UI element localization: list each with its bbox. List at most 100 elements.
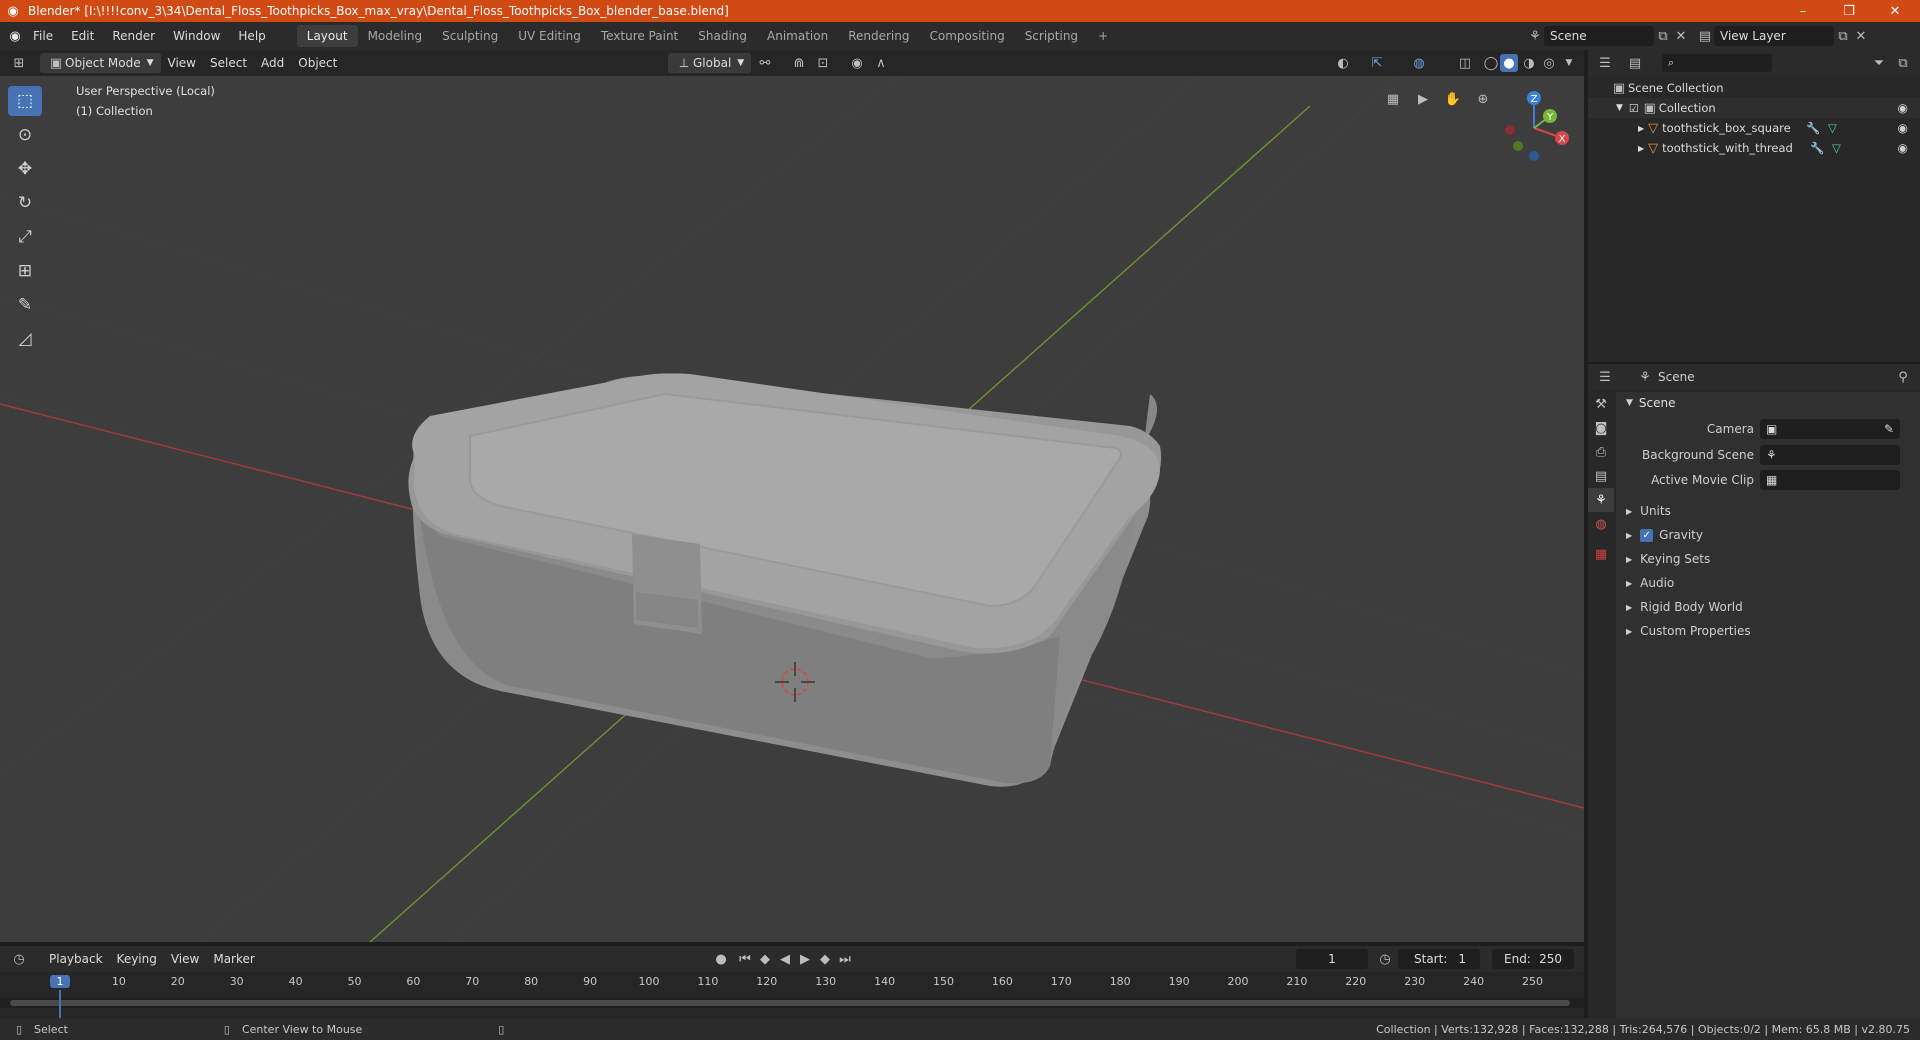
outliner-row-object[interactable]: ▶ ▽ toothstick_box_square 🔧 ▽ ◉ [1588,118,1920,138]
transform-tool[interactable]: ⊞ [8,256,42,286]
outliner-row-object[interactable]: ▶ ▽ toothstick_with_thread 🔧 ▽ ◉ [1588,138,1920,158]
timeline-scrollbar[interactable] [0,998,1584,1008]
current-frame-field[interactable]: 1 [1296,949,1368,969]
menu-render[interactable]: Render [103,29,164,43]
tab-scripting[interactable]: Scripting [1015,25,1088,47]
overlay-toggle-icon[interactable]: ◍ [1410,54,1428,72]
menu-edit[interactable]: Edit [62,29,103,43]
menu-timeline-view[interactable]: View [164,949,206,969]
pan-hand-icon[interactable]: ✋ [1444,90,1462,108]
timeline-body[interactable]: 1 10 20 30 40 50 60 70 80 90 100 110 120 130 140 150 160… [0,972,1584,1018]
scene-tab-icon[interactable]: ⚘ [1588,488,1614,512]
output-tab-icon[interactable]: ⎙ [1588,440,1614,464]
tab-animation[interactable]: Animation [757,25,838,47]
gravity-panel-header[interactable]: ▶ ✓ Gravity [1618,524,1918,546]
keying-sets-panel-header[interactable]: ▶ Keying Sets [1618,548,1918,570]
record-icon[interactable]: ● [712,950,730,968]
timeline-editor-icon[interactable]: ◷ [10,950,28,968]
menu-select[interactable]: Select [203,53,254,73]
menu-view[interactable]: View [161,53,203,73]
menu-file[interactable]: File [24,29,62,43]
menu-keying[interactable]: Keying [110,949,164,969]
modifier-icon[interactable]: 🔧 [1810,141,1824,155]
camera-view-icon[interactable]: ▶ [1414,90,1432,108]
properties-editor-icon[interactable]: ☰ [1596,368,1614,386]
falloff-icon[interactable]: ∧ [872,54,890,72]
tab-modeling[interactable]: Modeling [358,25,433,47]
material-shading-icon[interactable]: ◑ [1520,54,1538,72]
blender-menu-icon[interactable]: ◉ [6,27,24,45]
scale-tool[interactable]: ⤢ [8,222,42,252]
rendered-shading-icon[interactable]: ◎ [1540,54,1558,72]
object-mode-dropdown[interactable]: ▣ Object Mode ▼ [40,53,161,73]
gizmo-toggle-icon[interactable]: ⇱ [1368,54,1386,72]
zoom-icon[interactable]: ⊕ [1474,90,1492,108]
new-view-layer-icon[interactable]: ⧉ [1834,27,1852,45]
render-tab-icon[interactable]: ◙ [1588,416,1614,440]
background-scene-field[interactable]: ⚘ [1760,445,1900,465]
playhead[interactable] [59,990,61,1018]
tab-uv-editing[interactable]: UV Editing [508,25,591,47]
display-mode-icon[interactable]: ▤ [1626,54,1644,72]
measure-tool[interactable]: ◿ [8,324,42,354]
mesh-data-icon[interactable]: ▽ [1828,121,1837,135]
rigid-body-world-panel-header[interactable]: ▶ Rigid Body World [1618,596,1918,618]
outliner-search-input[interactable]: ⌕ [1662,54,1772,72]
outliner-row-scene-collection[interactable]: ▣ Scene Collection [1588,78,1920,98]
eye-icon[interactable]: ◉ [1898,141,1908,155]
outliner-row-collection[interactable]: ▼ ☑ ▣ Collection ◉ [1588,98,1920,118]
new-collection-icon[interactable]: ⧉ [1894,54,1912,72]
editor-type-icon[interactable]: ⊞ [10,54,28,72]
move-tool[interactable]: ✥ [8,154,42,184]
view-layer-tab-icon[interactable]: ▤ [1588,464,1614,488]
view-layer-icon[interactable]: ▤ [1696,27,1714,45]
tab-sculpting[interactable]: Sculpting [432,25,508,47]
add-workspace-button[interactable]: + [1088,25,1118,47]
menu-add[interactable]: Add [254,53,291,73]
tab-rendering[interactable]: Rendering [838,25,919,47]
snap-icon[interactable]: ⋒ [790,54,808,72]
modifier-icon[interactable]: 🔧 [1806,121,1820,135]
maximize-button[interactable]: ❐ [1826,0,1872,22]
solid-shading-icon[interactable]: ● [1500,54,1518,72]
rotate-tool[interactable]: ↻ [8,188,42,218]
menu-window[interactable]: Window [164,29,229,43]
eyedropper-icon[interactable]: ✎ [1884,422,1894,436]
3d-viewport[interactable]: User Perspective (Local) (1) Collection … [0,76,1584,942]
scrollbar-thumb[interactable] [10,1000,1570,1006]
wireframe-shading-icon[interactable]: ◯ [1482,54,1500,72]
scene-field[interactable]: Scene [1544,26,1654,46]
jump-start-icon[interactable]: ⏮ [736,950,754,968]
delete-view-layer-icon[interactable]: ✕ [1852,27,1870,45]
filter-icon[interactable]: ⏷ [1870,54,1888,72]
world-tab-icon[interactable]: ◍ [1588,512,1614,536]
grid-view-icon[interactable]: ▦ [1384,90,1402,108]
snap-target-icon[interactable]: ⊡ [814,54,832,72]
jump-end-icon[interactable]: ⏭ [836,950,854,968]
camera-field[interactable]: ▣ ✎ [1760,419,1900,439]
tab-layout[interactable]: Layout [296,25,358,47]
scene-section-header[interactable]: ▼ Scene [1618,392,1918,414]
new-scene-icon[interactable]: ⧉ [1654,27,1672,45]
tool-tab-icon[interactable]: ⚒ [1588,392,1614,416]
cursor-tool[interactable]: ⊙ [8,120,42,150]
delete-scene-icon[interactable]: ✕ [1672,27,1690,45]
menu-help[interactable]: Help [229,29,274,43]
xray-icon[interactable]: ◫ [1456,54,1474,72]
menu-marker[interactable]: Marker [206,949,261,969]
play-icon[interactable]: ▶ [796,950,814,968]
menu-object[interactable]: Object [291,53,344,73]
tab-shading[interactable]: Shading [688,25,757,47]
audio-panel-header[interactable]: ▶ Audio [1618,572,1918,594]
menu-playback[interactable]: Playback [42,949,110,969]
minimize-button[interactable]: – [1780,0,1826,22]
gravity-checkbox[interactable]: ✓ [1640,528,1654,542]
custom-properties-panel-header[interactable]: ▶ Custom Properties [1618,620,1918,642]
start-frame-field[interactable]: Start: 1 [1398,949,1480,969]
visibility-icon[interactable]: ◐ [1334,54,1352,72]
transform-orientation-dropdown[interactable]: ⟂ Global ▼ [668,53,752,73]
tab-compositing[interactable]: Compositing [919,25,1014,47]
tab-texture-paint[interactable]: Texture Paint [591,25,688,47]
eye-icon[interactable]: ◉ [1898,101,1908,115]
pivot-icon[interactable]: ⚯ [756,54,774,72]
